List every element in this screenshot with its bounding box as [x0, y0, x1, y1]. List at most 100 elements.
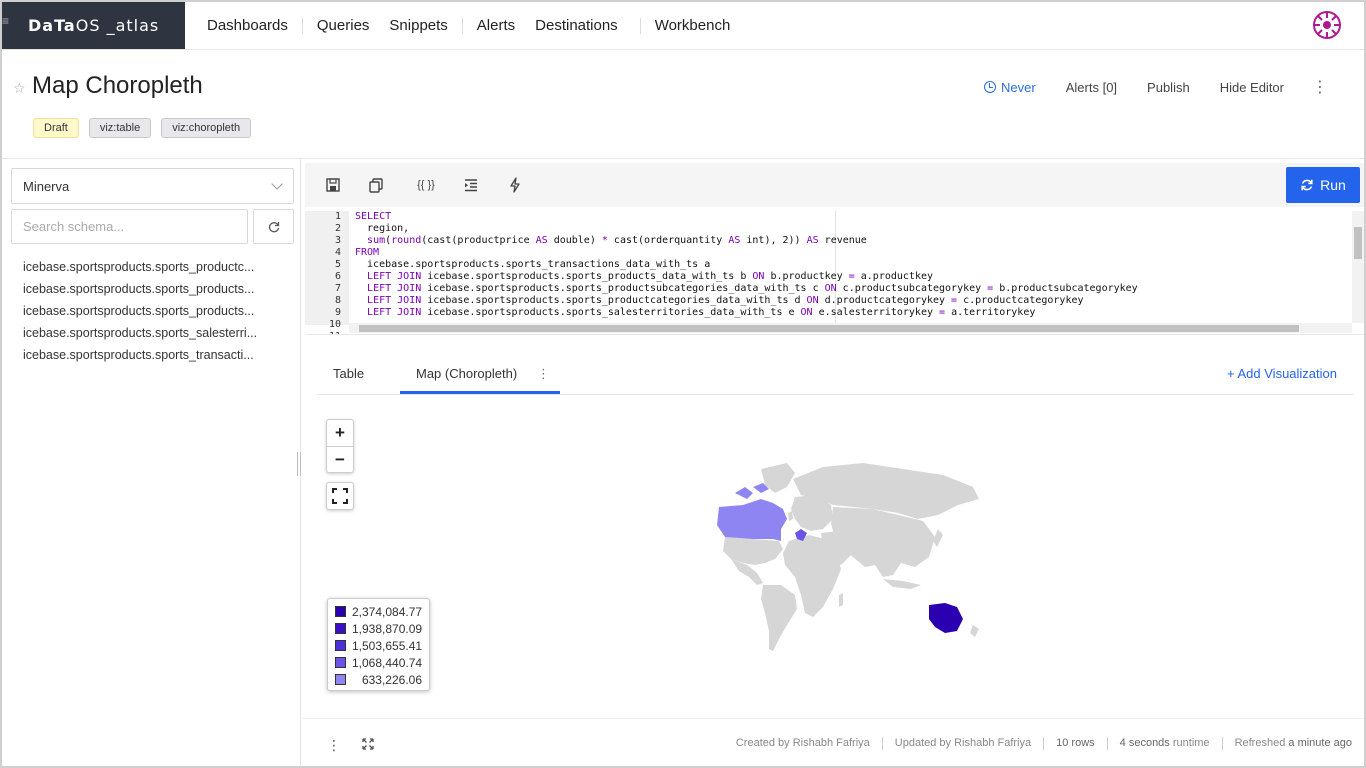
refresh-schedule-button[interactable]: Never: [984, 80, 1036, 95]
line-number-gutter: 1234567891011: [305, 211, 349, 334]
footer-options-icon[interactable]: ⋮: [327, 737, 341, 754]
visualization-tabs: Table Map (Choropleth) ⋮ + Add Visualizat…: [317, 357, 1353, 395]
legend-swatch: [335, 674, 346, 685]
tag-draft[interactable]: Draft: [33, 118, 79, 138]
app-window: ≡ DaTaOS _atlas Dashboards Queries Snipp…: [0, 0, 1366, 768]
refresh-icon: [1301, 179, 1313, 191]
clock-icon: [984, 81, 997, 93]
code-line: FROM: [355, 247, 380, 258]
schema-search-input[interactable]: [11, 209, 248, 244]
legend-item: 1,503,655.41: [335, 637, 422, 654]
line-number: 10: [328, 319, 341, 330]
tag-list: Draft viz:table viz:choropleth: [33, 118, 261, 138]
row-count: 10 rows: [1056, 737, 1095, 749]
meta-divider: [881, 737, 883, 750]
map-country-japan: [933, 529, 943, 547]
publish-button[interactable]: Publish: [1147, 80, 1190, 95]
nav-divider: [461, 17, 463, 34]
legend-swatch: [335, 640, 346, 651]
refresh-icon: [268, 221, 279, 232]
favorite-star-icon[interactable]: ☆: [13, 80, 26, 97]
hide-editor-button[interactable]: Hide Editor: [1220, 80, 1284, 95]
legend-item: 1,068,440.74: [335, 654, 422, 671]
tab-table[interactable]: Table: [317, 357, 380, 394]
user-avatar-icon[interactable]: [1312, 10, 1342, 40]
fullscreen-button[interactable]: [326, 482, 354, 510]
map-country-madagascar: [839, 593, 843, 607]
updated-by: Updated by Rishabh Fafriya: [894, 737, 1032, 749]
schema-item[interactable]: icebase.sportsproducts.sports_products..…: [23, 300, 273, 322]
world-map[interactable]: [683, 457, 983, 652]
schema-item[interactable]: icebase.sportsproducts.sports_productc..…: [23, 256, 273, 278]
line-number: 6: [334, 271, 341, 282]
legend-swatch: [335, 657, 346, 668]
format-params-icon[interactable]: {{ }}: [413, 175, 439, 195]
save-icon[interactable]: [323, 175, 343, 195]
nav-dashboards[interactable]: Dashboards: [197, 17, 298, 34]
zoom-out-button[interactable]: −: [327, 446, 353, 472]
scrollbar-thumb[interactable]: [359, 325, 1299, 332]
nav-workbench[interactable]: Workbench: [645, 17, 741, 34]
logo-text: DaTaOS _atlas: [28, 16, 160, 35]
datasource-select[interactable]: Minerva: [11, 168, 294, 204]
autocomplete-bolt-icon[interactable]: [505, 175, 525, 195]
app-logo[interactable]: ≡ DaTaOS _atlas: [2, 2, 185, 49]
nav-snippets[interactable]: Snippets: [379, 17, 457, 34]
add-visualization-button[interactable]: + Add Visualization: [1227, 366, 1337, 381]
nav-destinations[interactable]: Destinations: [525, 17, 628, 34]
zoom-in-button[interactable]: +: [327, 420, 353, 446]
choropleth-map[interactable]: + − 2,374,084.77 1,938,870.09 1,503,655.…: [317, 402, 1353, 712]
schema-item[interactable]: icebase.sportsproducts.sports_salesterri…: [23, 322, 273, 344]
map-legend: 2,374,084.77 1,938,870.09 1,503,655.41 1…: [327, 598, 430, 691]
created-by: Created by Rishabh Fafriya: [735, 737, 870, 749]
tab-options-icon[interactable]: ⋮: [537, 357, 550, 390]
legend-item: 1,938,870.09: [335, 620, 422, 637]
tag-viz-choropleth[interactable]: viz:choropleth: [161, 118, 252, 138]
line-number: 7: [334, 283, 341, 294]
sql-code[interactable]: SELECT region, sum(round(cast(productpri…: [355, 211, 1345, 319]
line-number: 4: [334, 247, 341, 258]
line-number: 8: [334, 295, 341, 306]
refresh-schema-button[interactable]: [253, 209, 294, 244]
tag-viz-table[interactable]: viz:table: [88, 118, 152, 138]
schema-sidebar: Minerva icebase.sportsproducts.sports_pr…: [2, 159, 301, 766]
nav-alerts[interactable]: Alerts: [467, 17, 525, 34]
expand-icon[interactable]: [362, 738, 374, 753]
indent-icon[interactable]: [461, 175, 481, 195]
nav-queries[interactable]: Queries: [307, 17, 380, 34]
resize-handle[interactable]: [297, 452, 301, 476]
schema-item[interactable]: icebase.sportsproducts.sports_products..…: [23, 278, 273, 300]
meta-divider: [1221, 737, 1223, 750]
sql-editor[interactable]: 1234567891011 SELECT region, sum(round(c…: [305, 211, 1364, 335]
copy-icon[interactable]: [366, 175, 386, 195]
alerts-button[interactable]: Alerts [0]: [1066, 80, 1117, 95]
meta-divider: [1043, 737, 1045, 750]
query-footer: ⋮ Created by Rishabh Fafriya Updated by …: [302, 718, 1364, 766]
map-country-new-zealand: [970, 625, 979, 637]
legend-item: 2,374,084.77: [335, 603, 422, 620]
code-line: region,: [355, 223, 410, 234]
code-line: LEFT JOIN icebase.sportsproducts.sports_…: [367, 295, 1084, 306]
menu-icon[interactable]: ≡: [2, 15, 9, 33]
run-query-button[interactable]: Run: [1286, 167, 1360, 203]
map-country-canada-arctic: [735, 483, 769, 499]
schema-item[interactable]: icebase.sportsproducts.sports_transacti.…: [23, 344, 273, 366]
nav-divider: [301, 17, 303, 34]
tab-map-choropleth[interactable]: Map (Choropleth) ⋮: [400, 357, 560, 394]
more-options-icon[interactable]: ⋮: [1312, 77, 1328, 97]
editor-vertical-scrollbar[interactable]: [1352, 211, 1364, 323]
code-line: icebase.sportsproducts.sports_transactio…: [355, 259, 711, 270]
nav-divider: [639, 17, 641, 34]
editor-horizontal-scrollbar[interactable]: [349, 323, 1352, 333]
query-metadata: Created by Rishabh Fafriya Updated by Ri…: [736, 737, 1352, 750]
map-country-usa: [723, 537, 783, 565]
legend-item: 633,226.06: [335, 671, 422, 688]
chevron-down-icon: [271, 178, 283, 190]
zoom-control: + −: [326, 419, 354, 473]
fullscreen-icon: [332, 488, 348, 504]
line-number: 5: [334, 259, 341, 270]
map-country-uk-ireland: [788, 511, 793, 521]
line-number: 9: [334, 307, 341, 318]
page-title[interactable]: Map Choropleth: [32, 72, 203, 100]
scrollbar-thumb[interactable]: [1354, 227, 1362, 259]
